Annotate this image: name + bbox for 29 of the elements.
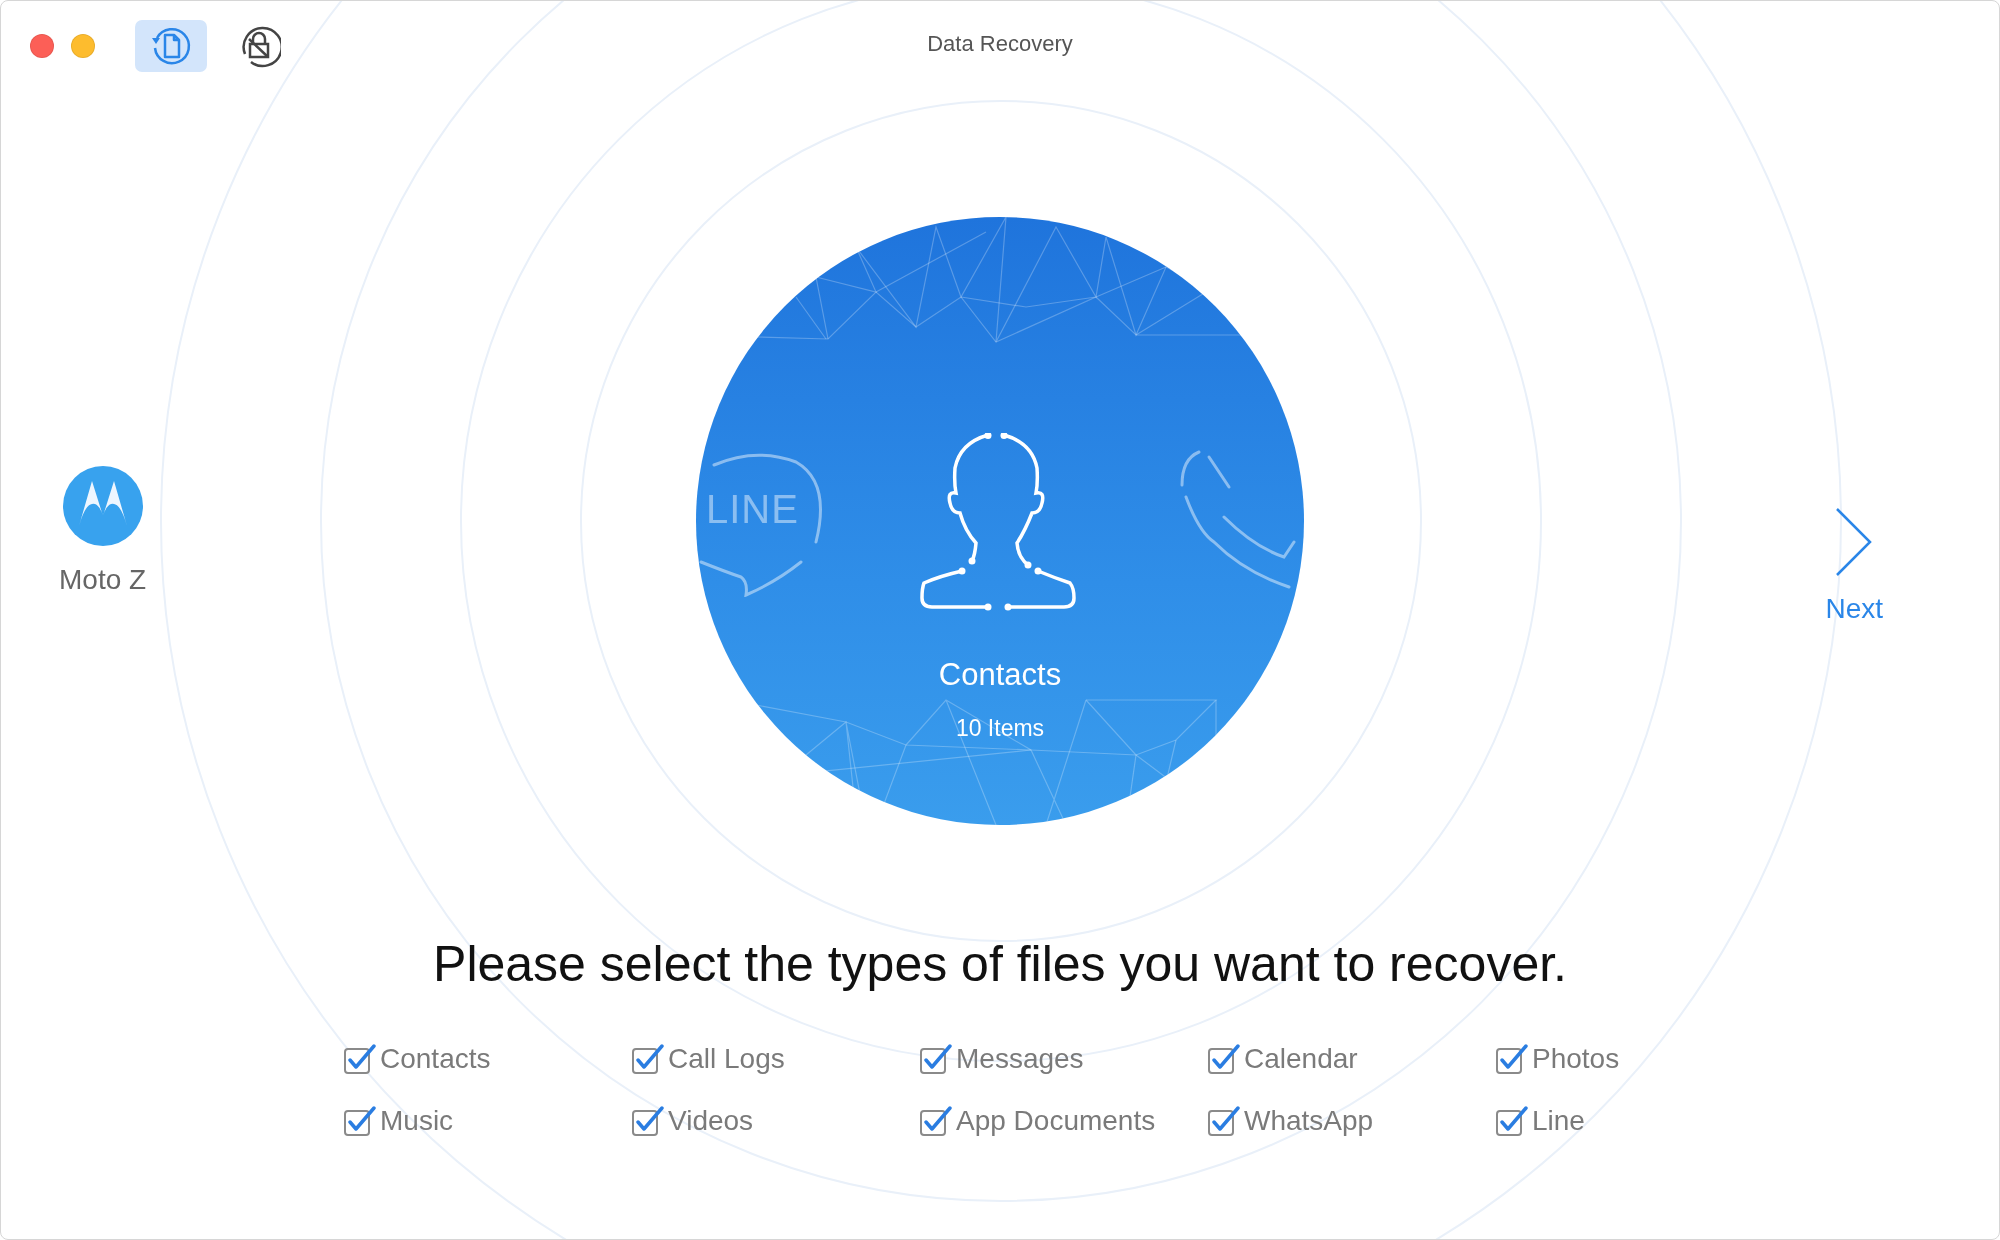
device-name: Moto Z: [59, 564, 147, 596]
checkbox[interactable]: [344, 1106, 376, 1136]
checkbox[interactable]: [1496, 1044, 1528, 1074]
checkbox[interactable]: [632, 1044, 664, 1074]
file-type-label[interactable]: Contacts: [380, 1043, 491, 1075]
checkbox[interactable]: [1208, 1106, 1240, 1136]
file-type-label[interactable]: Calendar: [1244, 1043, 1358, 1075]
checkbox[interactable]: [920, 1044, 952, 1074]
file-type-label[interactable]: Music: [380, 1105, 454, 1137]
file-type-label[interactable]: Call Logs: [668, 1043, 785, 1075]
checkbox[interactable]: [920, 1106, 952, 1136]
file-type-label[interactable]: Videos: [668, 1105, 754, 1137]
file-type-label[interactable]: App Documents: [956, 1105, 1156, 1137]
file-type-label[interactable]: Photos: [1532, 1043, 1620, 1075]
checkbox[interactable]: [632, 1106, 664, 1136]
file-type-label[interactable]: Messages: [956, 1043, 1084, 1075]
next-link[interactable]: Next: [1825, 593, 1883, 625]
device-logo-icon[interactable]: [62, 466, 143, 546]
item-count: 10 Items: [955, 715, 1045, 742]
checkbox[interactable]: [1496, 1106, 1528, 1136]
instruction-heading: Please select the types of files you want to recover.: [432, 935, 1568, 993]
checkbox[interactable]: [344, 1044, 376, 1074]
logo-text: LINE: [706, 487, 799, 532]
feature-title: Contacts: [938, 657, 1062, 693]
file-type-label[interactable]: WhatsApp: [1244, 1105, 1374, 1137]
checkbox[interactable]: [1208, 1044, 1240, 1074]
file-type-label[interactable]: Line: [1532, 1105, 1585, 1137]
window-title: Data Recovery: [927, 31, 1073, 56]
close-button[interactable]: [30, 34, 54, 58]
